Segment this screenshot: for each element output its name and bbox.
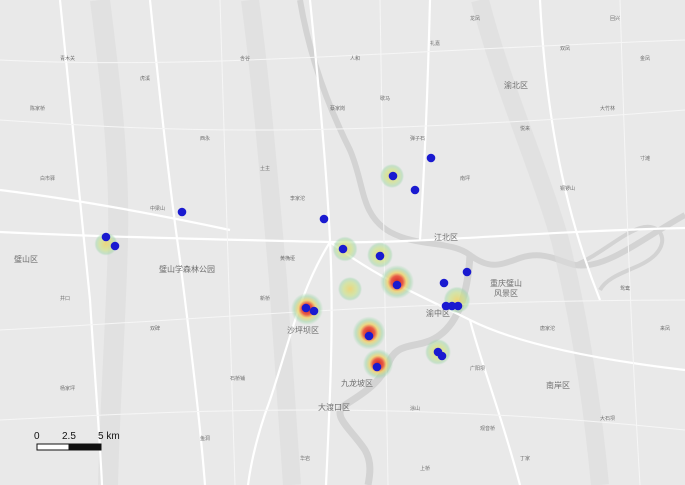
map-view[interactable]: 渝北区 江北区 璧山区 重庆璧山 风景区 沙坪坝区 南岸区 九龙坡区 大渡口区 渝中区 璧山学森林公… [0,0,685,485]
scale-label-0: 0 [34,431,40,442]
scale-segment-black [68,443,102,451]
scale-label-mid: 2.5 [62,431,76,442]
scale-bar: 0 2.5 5 km [34,431,120,451]
scale-segment-white [36,443,70,451]
scale-label-end: 5 km [98,431,120,442]
